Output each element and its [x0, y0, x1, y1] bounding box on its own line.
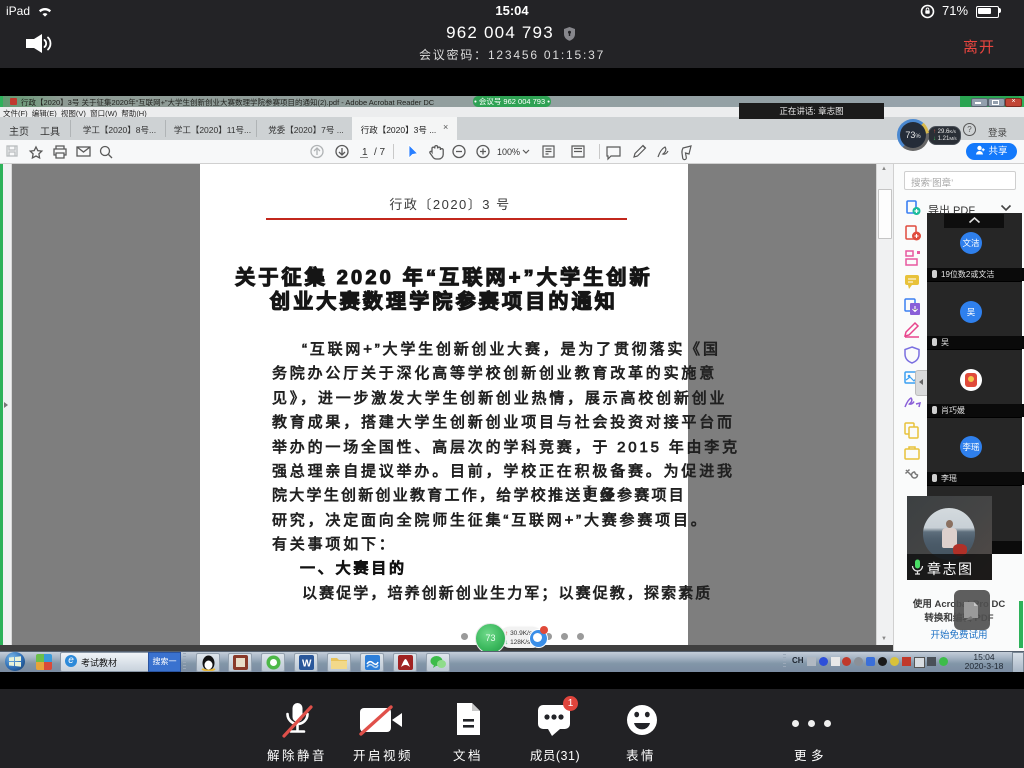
svg-text:100%: 100%: [497, 147, 520, 157]
svg-text:1: 1: [362, 147, 368, 158]
svg-text:/ 7: / 7: [374, 147, 386, 158]
svg-text:W: W: [302, 659, 312, 670]
